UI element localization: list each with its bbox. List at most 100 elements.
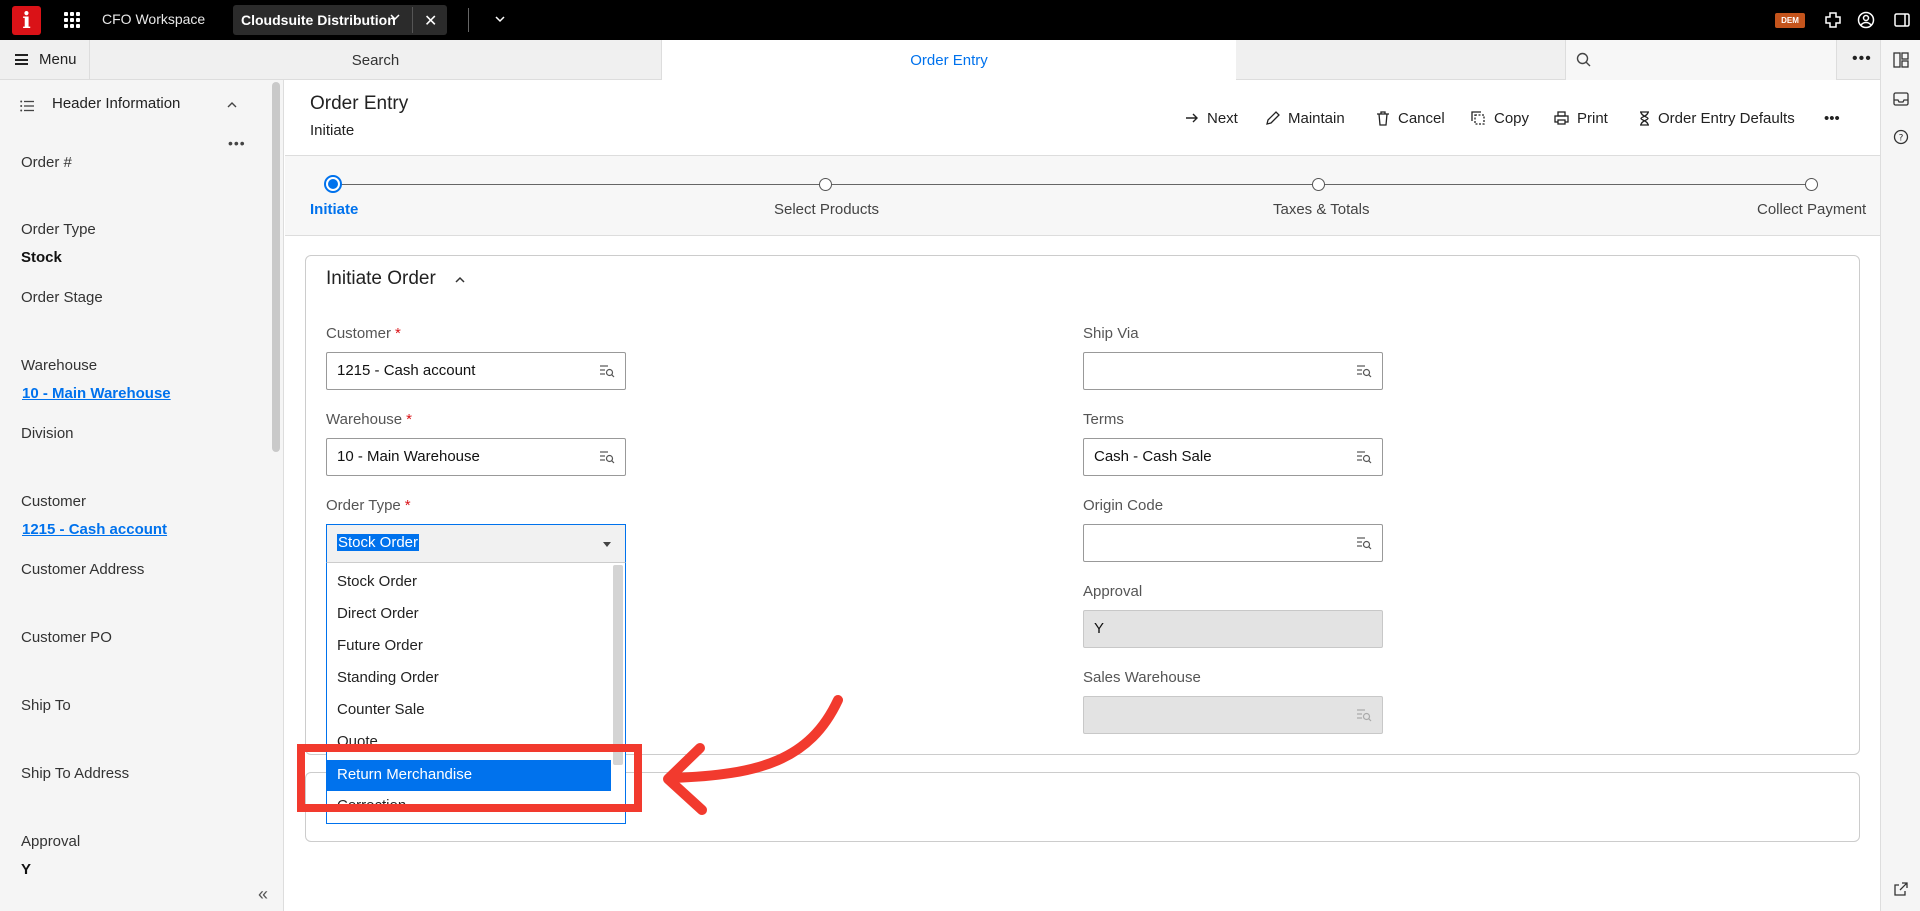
lookup-icon[interactable] [1356,364,1372,378]
menu-label: Menu [39,51,77,68]
search-input[interactable] [1565,40,1837,80]
field-label: Ship To [21,697,71,714]
warehouse-label: Warehouse * [326,411,412,428]
ship-via-field[interactable] [1083,352,1383,390]
terms-label: Terms [1083,411,1124,428]
maintain-button[interactable]: Maintain [1265,107,1345,129]
more-options-icon[interactable]: ••• [1852,50,1872,68]
sales-warehouse-label: Sales Warehouse [1083,669,1201,686]
sales-warehouse-field [1083,696,1383,734]
stepper-track [333,184,1811,185]
field-label: Customer [21,493,87,510]
step-dot-taxes-totals[interactable] [1312,178,1325,191]
required-marker: * [395,325,401,342]
step-dot-select-products[interactable] [819,178,832,191]
panel-icon[interactable] [1893,11,1911,29]
lookup-icon[interactable] [1356,536,1372,550]
print-button[interactable]: Print [1554,107,1608,129]
lookup-icon [1357,709,1372,722]
app-grid-icon[interactable] [64,12,80,28]
tab-order-entry[interactable]: Order Entry [662,40,1236,81]
field-label: Division [21,425,74,442]
infor-logo[interactable]: i [12,6,41,35]
search-icon [1576,52,1591,67]
scrollbar[interactable] [272,82,280,452]
tab-divider [412,7,413,33]
panel-header[interactable]: Header Information [0,80,270,130]
step-dot-collect-payment[interactable] [1805,178,1818,191]
lookup-icon[interactable] [599,450,615,464]
warehouse-field[interactable]: 10 - Main Warehouse [326,438,626,476]
customer-link[interactable]: 1215 - Cash account [22,521,167,538]
dropdown-arrow-icon[interactable] [603,542,611,547]
terms-field[interactable]: Cash - Cash Sale [1083,438,1383,476]
option-stock-order[interactable]: Stock Order [337,573,417,590]
order-entry-defaults-button[interactable]: Order Entry Defaults [1639,107,1795,129]
maintain-label: Maintain [1288,109,1345,127]
workspace-tab[interactable]: Cloudsuite Distribution [233,5,447,35]
collapse-panel-icon[interactable]: « [258,884,268,905]
step-label-initiate[interactable]: Initiate [310,201,358,218]
menu-button[interactable]: Menu [0,40,90,80]
customer-label: Customer * [326,325,401,342]
customer-value: 1215 - Cash account [337,362,476,379]
plus-cross-icon[interactable] [1824,11,1842,29]
chevron-down-icon[interactable] [390,12,400,22]
field-label: Order # [21,154,72,171]
warehouse-link[interactable]: 10 - Main Warehouse [22,385,171,402]
step-dot-initiate[interactable] [324,175,342,193]
step-label-taxes-totals[interactable]: Taxes & Totals [1273,201,1369,218]
required-marker: * [406,411,412,428]
tab-search[interactable]: Search [90,40,662,80]
option-direct-order[interactable]: Direct Order [337,605,419,622]
field-label: Ship To Address [21,765,130,782]
order-type-select[interactable]: Stock Order [326,524,626,563]
option-counter-sale[interactable]: Counter Sale [337,701,425,718]
pencil-icon [1266,110,1280,125]
hamburger-icon [15,54,28,65]
origin-code-field[interactable] [1083,524,1383,562]
field-label: Order Stage [21,289,103,306]
lookup-icon[interactable] [599,364,615,378]
chevron-up-icon[interactable] [226,100,238,110]
scrollbar[interactable] [613,565,623,765]
external-link-icon[interactable] [1893,881,1909,897]
more-options-icon[interactable]: ••• [1824,107,1840,129]
utility-rail: ? [1880,40,1920,911]
step-label-collect-payment[interactable]: Collect Payment [1757,201,1866,218]
close-icon[interactable]: ✕ [424,11,437,31]
warehouse-label-text: Warehouse [326,411,403,428]
customer-field[interactable]: 1215 - Cash account [326,352,626,390]
terms-value: Cash - Cash Sale [1094,448,1212,465]
chevron-up-icon[interactable] [454,275,466,285]
customer-label-text: Customer [326,325,392,342]
more-options-icon[interactable]: ••• [228,135,246,151]
cancel-label: Cancel [1398,109,1445,127]
option-standing-order[interactable]: Standing Order [337,669,439,686]
required-marker: * [404,497,411,514]
next-button[interactable]: Next [1185,107,1238,129]
inbox-icon[interactable] [1893,91,1909,107]
approval-field: Y [1083,610,1383,648]
page-title: Order Entry [310,93,409,114]
chevron-down-icon[interactable] [494,13,506,25]
cancel-button[interactable]: Cancel [1376,107,1445,129]
progress-stepper [285,155,1880,236]
list-icon [20,100,34,112]
copy-label: Copy [1494,109,1530,127]
user-icon[interactable] [1857,11,1875,29]
order-type-selected-value: Stock Order [337,534,420,551]
approval-value: Y [21,861,32,878]
warehouse-value: 10 - Main Warehouse [337,448,480,465]
next-label: Next [1207,109,1238,127]
step-label-select-products[interactable]: Select Products [774,201,879,218]
workspace-title[interactable]: CFO Workspace [102,11,205,27]
copy-button[interactable]: Copy [1471,107,1529,129]
layout-icon[interactable] [1893,52,1909,68]
lookup-icon[interactable] [1356,450,1372,464]
help-icon[interactable]: ? [1893,129,1909,145]
order-entry-defaults-label: Order Entry Defaults [1658,109,1795,127]
option-future-order[interactable]: Future Order [337,637,423,654]
tab-bar: Menu Search Order Entry ••• [0,40,1920,81]
order-type-label: Order Type * [326,497,411,514]
